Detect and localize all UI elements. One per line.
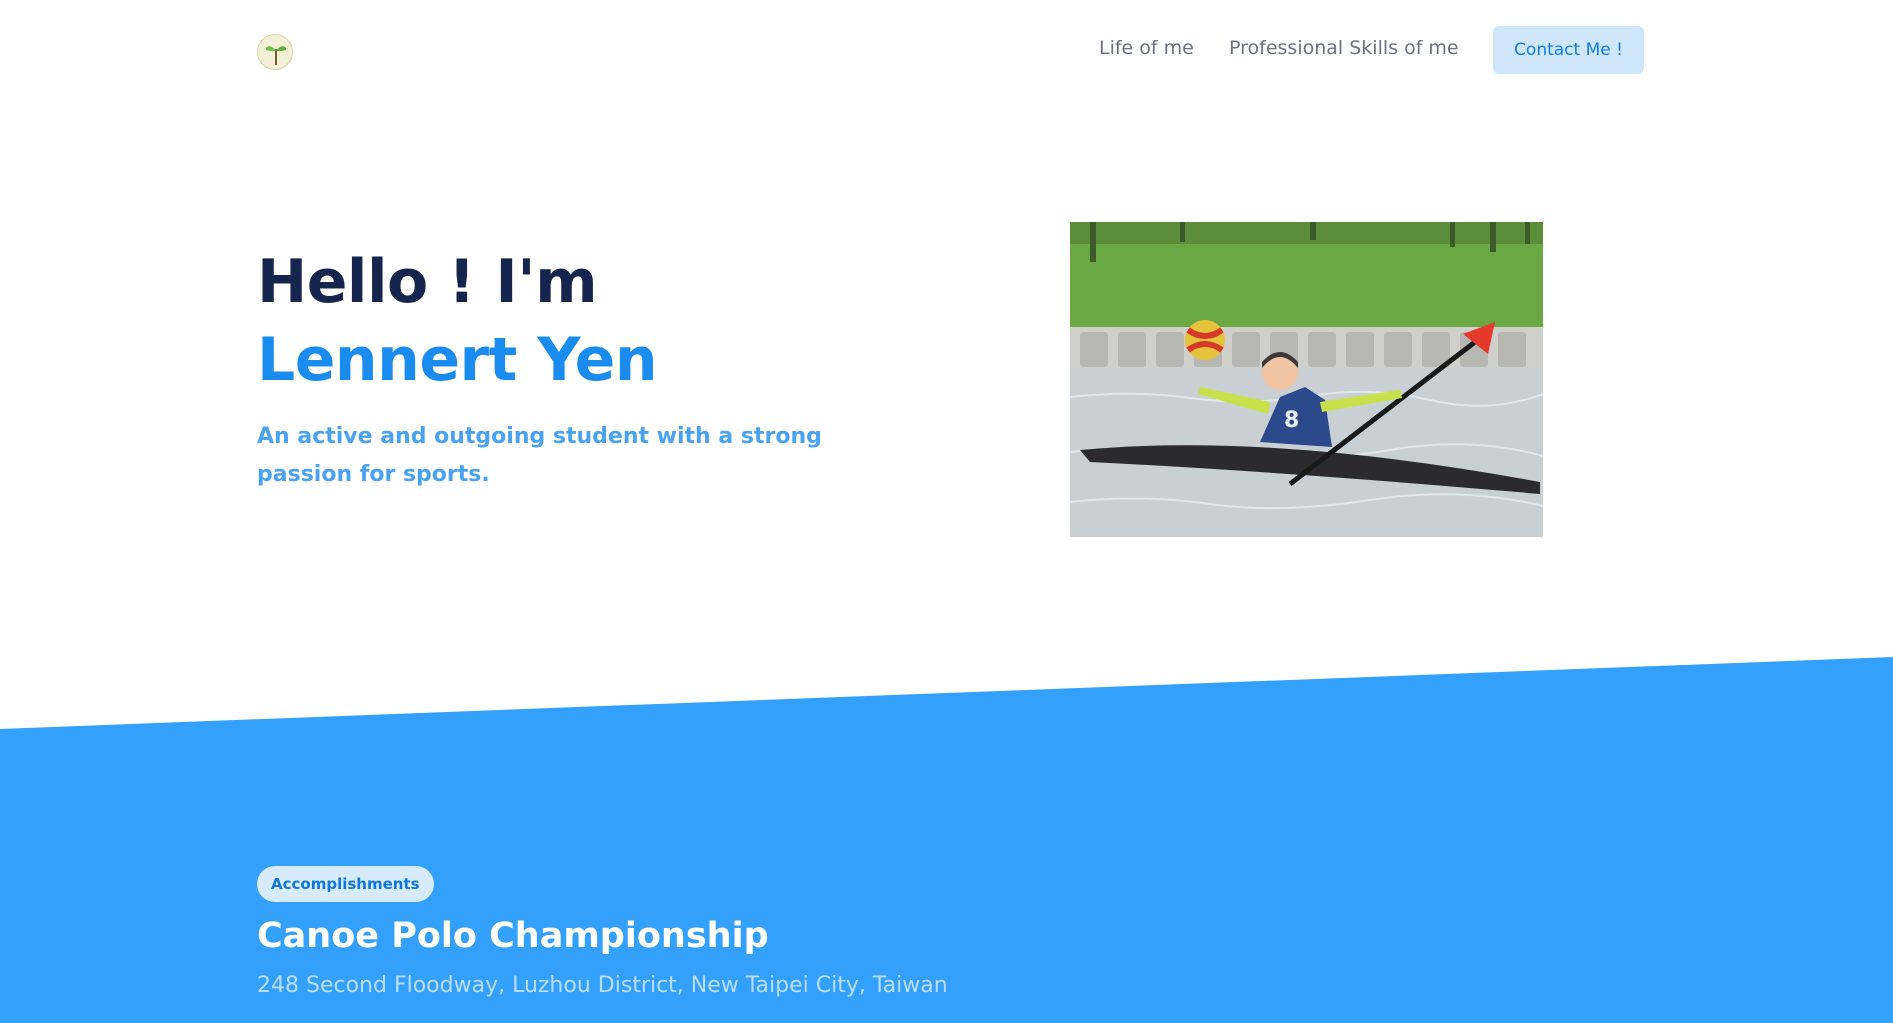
sprout-icon[interactable]	[257, 34, 293, 70]
canoe-polo-photo: 8	[1070, 222, 1543, 537]
accomplishment-address: 248 Second Floodway, Luzhou District, Ne…	[257, 973, 948, 998]
nav-professional-skills[interactable]: Professional Skills of me	[1229, 37, 1459, 59]
nav-life-of-me[interactable]: Life of me	[1099, 37, 1194, 59]
hero-description: An active and outgoing student with a st…	[257, 424, 822, 487]
accomplishments-section	[0, 655, 1893, 1023]
hero-greeting: Hello ! I'm	[257, 247, 598, 317]
svg-text:8: 8	[1284, 408, 1299, 433]
accomplishments-badge: Accomplishments	[257, 866, 434, 902]
accomplishment-title: Canoe Polo Championship	[257, 916, 769, 956]
contact-me-button[interactable]: Contact Me !	[1493, 26, 1644, 74]
page: Life of me Professional Skills of me Con…	[0, 0, 1893, 1023]
hero-name: Lennert Yen	[257, 325, 658, 395]
